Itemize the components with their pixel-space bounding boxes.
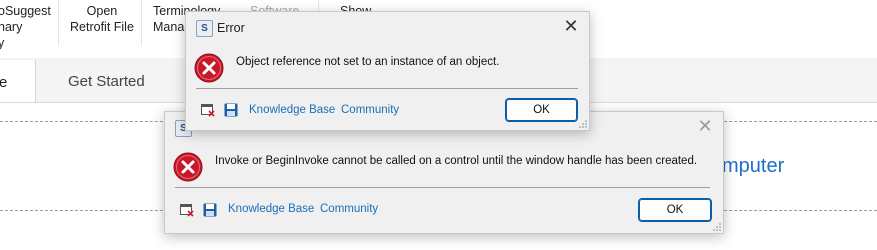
background-heading: mputer [722, 155, 785, 177]
ribbon-item-autosuggest[interactable]: oSuggest nary y [0, 3, 51, 51]
error-icon [194, 53, 224, 83]
dialog-separator [175, 187, 710, 188]
dialog-message: Object reference not set to an instance … [236, 56, 500, 68]
ok-button[interactable]: OK [638, 198, 712, 222]
log-window-icon[interactable] [201, 103, 215, 117]
ribbon-item-label: nary [0, 20, 23, 34]
tab-get-started[interactable]: Get Started [68, 73, 145, 90]
resize-grip-icon[interactable] [579, 120, 587, 128]
ribbon-item-label: Retrofit File [70, 20, 134, 34]
knowledge-base-link[interactable]: Knowledge Base [249, 104, 335, 116]
tab-home[interactable]: e [0, 60, 36, 102]
log-window-icon[interactable] [180, 203, 194, 217]
app-icon: S [196, 20, 213, 37]
ok-button[interactable]: OK [505, 98, 578, 122]
save-icon[interactable] [203, 203, 217, 217]
close-icon[interactable]: ✕ [561, 16, 581, 36]
ribbon-divider [58, 0, 59, 46]
error-icon [173, 152, 203, 182]
dialog-title: Error [217, 21, 245, 35]
dialog-titlebar[interactable]: S Error ✕ [186, 12, 589, 42]
community-link[interactable]: Community [320, 203, 378, 215]
dialog-separator [196, 88, 578, 89]
ribbon-divider [141, 0, 142, 46]
dialog-message: Invoke or BeginInvoke cannot be called o… [215, 155, 698, 167]
community-link[interactable]: Community [341, 104, 399, 116]
error-dialog-object-reference: S Error ✕ Object reference not set to an… [185, 11, 590, 131]
ribbon-item-label: y [0, 36, 5, 50]
tab-label: e [0, 74, 8, 91]
ribbon-item-open-retrofit-file[interactable]: Open Retrofit File [70, 3, 134, 35]
save-icon[interactable] [224, 103, 238, 117]
close-icon[interactable]: ✕ [695, 116, 715, 136]
knowledge-base-link[interactable]: Knowledge Base [228, 203, 314, 215]
ribbon-item-label: Open [86, 4, 118, 18]
ribbon-item-label: oSuggest [0, 4, 51, 18]
resize-grip-icon[interactable] [713, 223, 721, 231]
